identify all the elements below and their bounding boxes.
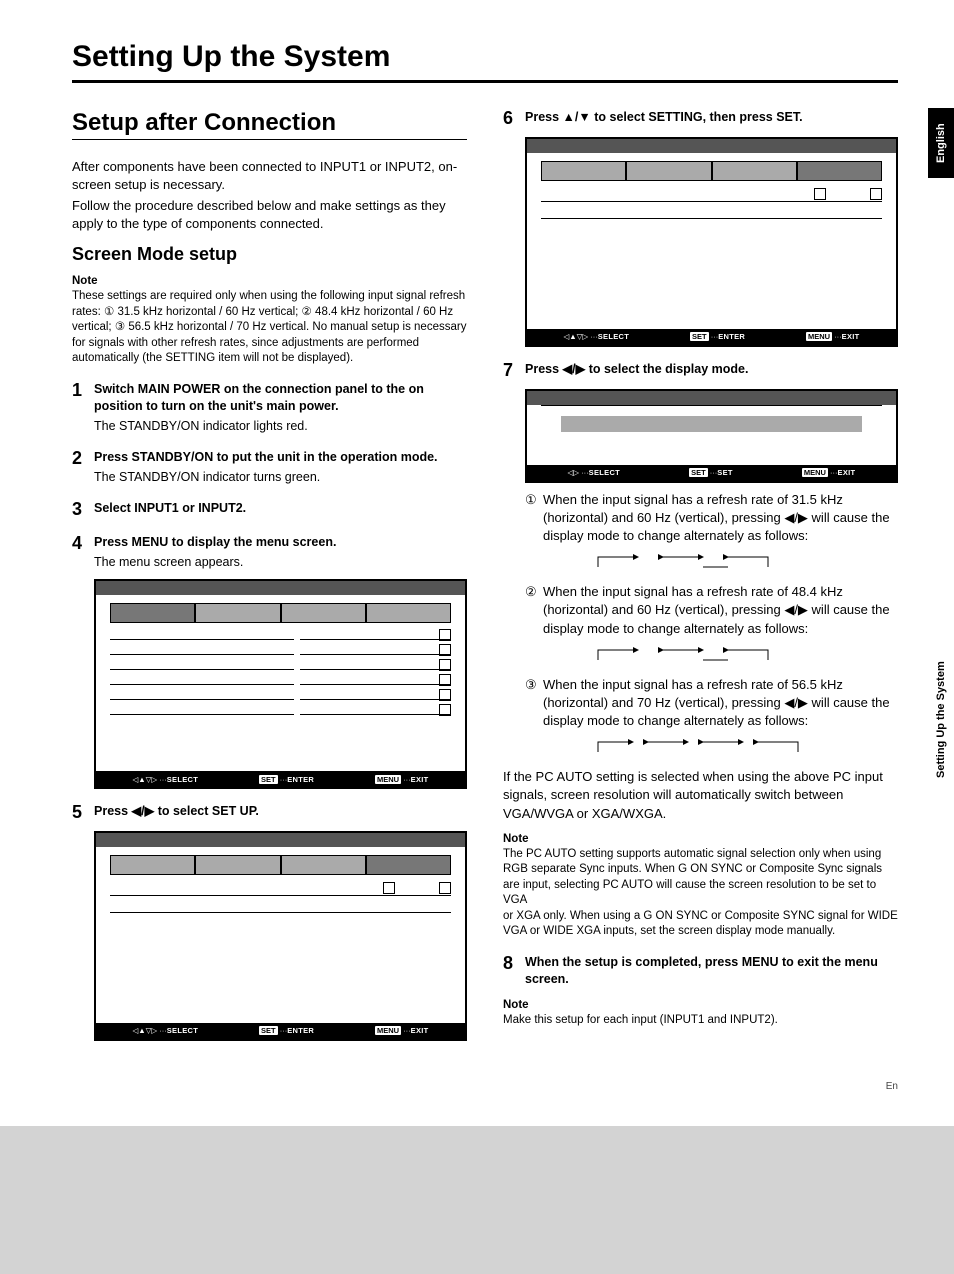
setup-title: Setup after Connection <box>72 109 467 140</box>
sub-item-3-text: When the input signal has a refresh rate… <box>543 676 898 731</box>
sub-item-3: ③ When the input signal has a refresh ra… <box>525 676 898 731</box>
step-number: 1 <box>72 381 94 436</box>
circled-1-icon: ① <box>525 491 543 546</box>
step-number: 6 <box>503 109 525 129</box>
step-1-plain: The STANDBY/ON indicator lights red. <box>94 418 467 436</box>
menu-screen-illustration-2: ◁▲▽▷ ···SELECT SET ···ENTER MENU ···EXIT <box>94 831 467 1041</box>
arrow-diagram-3 <box>593 734 898 758</box>
sub-item-2-text: When the input signal has a refresh rate… <box>543 583 898 638</box>
step-6: 6 Press ▲/▼ to select SETTING, then pres… <box>503 109 898 129</box>
step-5-bold: Press ◀/▶ to select SET UP. <box>94 804 259 818</box>
menu-screen-illustration-1: ◁▲▽▷ ···SELECT SET ···ENTER MENU ···EXIT <box>94 579 467 789</box>
footer-exit: EXIT <box>411 775 429 784</box>
language-tab: English <box>928 108 954 178</box>
step-number: 2 <box>72 449 94 486</box>
step-6-bold: Press ▲/▼ to select SETTING, then press … <box>525 110 803 124</box>
step-5: 5 Press ◀/▶ to select SET UP. <box>72 803 467 823</box>
manual-page: English Setting Up the System Setting Up… <box>0 0 954 1126</box>
step-4-bold: Press MENU to display the menu screen. <box>94 535 336 549</box>
step-4: 4 Press MENU to display the menu screen.… <box>72 534 467 571</box>
section-tab: Setting Up the System <box>928 650 954 790</box>
arrow-diagram-1 <box>593 549 898 573</box>
page-title: Setting Up the System <box>72 40 898 83</box>
left-column: Setup after Connection After components … <box>72 109 467 1049</box>
step-number: 7 <box>503 361 525 381</box>
step-number: 4 <box>72 534 94 571</box>
pc-auto-note: The PC AUTO setting supports automatic s… <box>503 847 898 940</box>
step-1-bold: Switch MAIN POWER on the connection pane… <box>94 382 424 414</box>
note-label: Note <box>72 275 467 287</box>
footer-select: SELECT <box>167 775 198 784</box>
final-note: Make this setup for each input (INPUT1 a… <box>503 1013 898 1029</box>
sub-item-1-text: When the input signal has a refresh rate… <box>543 491 898 546</box>
page-number-label: En <box>886 1081 898 1092</box>
two-column-layout: Setup after Connection After components … <box>72 109 898 1049</box>
step-1: 1 Switch MAIN POWER on the connection pa… <box>72 381 467 436</box>
footer-set-btn: SET <box>259 775 278 784</box>
step-2-bold: Press STANDBY/ON to put the unit in the … <box>94 450 438 464</box>
step-2-plain: The STANDBY/ON indicator turns green. <box>94 469 467 487</box>
footer-menu-btn: MENU <box>375 775 401 784</box>
note-label-3: Note <box>503 999 898 1011</box>
step-8: 8 When the setup is completed, press MEN… <box>503 954 898 989</box>
sub-item-1: ① When the input signal has a refresh ra… <box>525 491 898 546</box>
intro-paragraph-1: After components have been connected to … <box>72 158 467 193</box>
step-3: 3 Select INPUT1 or INPUT2. <box>72 500 467 520</box>
pc-auto-paragraph: If the PC AUTO setting is selected when … <box>503 768 898 823</box>
screen-mode-title: Screen Mode setup <box>72 244 467 265</box>
step-3-bold: Select INPUT1 or INPUT2. <box>94 501 246 515</box>
circled-3-icon: ③ <box>525 676 543 731</box>
step-number: 5 <box>72 803 94 823</box>
page-number: En <box>72 1081 898 1092</box>
circled-2-icon: ② <box>525 583 543 638</box>
intro-paragraph-2: Follow the procedure described below and… <box>72 197 467 232</box>
note-label-2: Note <box>503 833 898 845</box>
step-7-bold: Press ◀/▶ to select the display mode. <box>525 362 748 376</box>
footer-enter: ENTER <box>287 775 314 784</box>
menu-screen-illustration-4: ◁▷ ···SELECT SET ···SET MENU ···EXIT <box>525 389 898 483</box>
step-4-plain: The menu screen appears. <box>94 554 467 572</box>
step-number: 8 <box>503 954 525 989</box>
step-number: 3 <box>72 500 94 520</box>
sub-item-2: ② When the input signal has a refresh ra… <box>525 583 898 638</box>
right-column: 6 Press ▲/▼ to select SETTING, then pres… <box>503 109 898 1049</box>
menu-screen-illustration-3: ◁▲▽▷ ···SELECT SET ···ENTER MENU ···EXIT <box>525 137 898 347</box>
step-2: 2 Press STANDBY/ON to put the unit in th… <box>72 449 467 486</box>
screen-mode-note: These settings are required only when us… <box>72 289 467 367</box>
arrow-diagram-2 <box>593 642 898 666</box>
step-8-bold: When the setup is completed, press MENU … <box>525 955 878 987</box>
step-7: 7 Press ◀/▶ to select the display mode. <box>503 361 898 381</box>
